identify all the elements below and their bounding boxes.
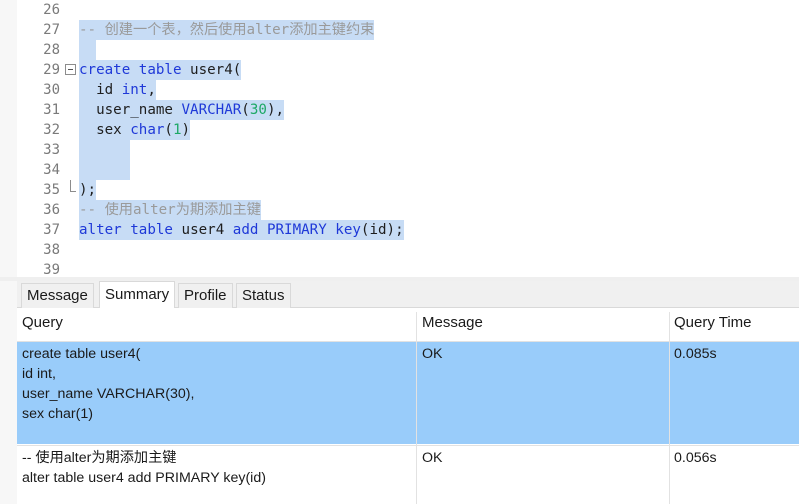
code-token: VARCHAR: [181, 102, 242, 118]
line-number: 32: [43, 122, 60, 138]
code-line[interactable]: 35);: [0, 180, 799, 200]
cell-query[interactable]: create table user4( id int, user_name VA…: [22, 344, 194, 424]
line-number: 36: [43, 202, 60, 218]
code-token: );: [79, 182, 97, 198]
panel-left-strip: [0, 277, 17, 504]
code-line[interactable]: 32 sex char(1): [0, 120, 799, 140]
line-number: 35: [43, 182, 60, 198]
code-line[interactable]: 34: [0, 160, 799, 180]
tab-status[interactable]: Status: [236, 283, 291, 308]
code-token: alter: [79, 222, 122, 238]
cell-query[interactable]: -- 使用alter为期添加主键 alter table user4 add P…: [22, 448, 266, 488]
code-text[interactable]: sex char(1): [79, 120, 191, 140]
cell-query-time[interactable]: 0.085s: [674, 344, 717, 364]
line-number: 39: [43, 262, 60, 277]
code-token: user_name: [79, 102, 182, 118]
code-token: ,: [147, 82, 156, 98]
fold-end-marker-icon: [70, 180, 76, 192]
code-text[interactable]: [79, 140, 131, 160]
row-divider: [17, 445, 799, 446]
column-divider[interactable]: [416, 312, 417, 504]
column-header-query-time[interactable]: Query Time: [674, 314, 752, 331]
code-token: ): [181, 122, 191, 138]
code-token: (: [164, 122, 173, 138]
cell-query-time[interactable]: 0.056s: [674, 448, 717, 468]
code-line[interactable]: 28: [0, 40, 799, 60]
line-number: 30: [43, 82, 60, 98]
cell-message[interactable]: OK: [422, 448, 443, 468]
code-line[interactable]: 37 alter table user4 add PRIMARY key(id);: [0, 220, 799, 240]
code-token: table: [130, 222, 173, 238]
code-token: (: [241, 102, 250, 118]
code-line[interactable]: 27 -- 创建一个表，然后使用alter添加主键约束: [0, 20, 799, 40]
tab-message[interactable]: Message: [21, 283, 94, 308]
code-token: char: [130, 122, 165, 138]
code-text[interactable]: user_name VARCHAR(30),: [79, 100, 285, 120]
line-number: 29: [43, 62, 60, 78]
code-token: id: [79, 82, 122, 98]
column-divider[interactable]: [669, 312, 670, 504]
line-number: 27: [43, 22, 60, 38]
code-text[interactable]: -- 使用alter为期添加主键: [79, 200, 261, 220]
sql-editor[interactable]: 26 27 -- 创建一个表，然后使用alter添加主键约束 28 29 create …: [0, 0, 799, 277]
code-line[interactable]: 26: [0, 0, 799, 20]
line-number: 26: [43, 2, 60, 18]
tab-profile[interactable]: Profile: [178, 283, 233, 308]
result-tabs: Message Summary Profile Status: [17, 281, 799, 309]
code-token: create: [79, 62, 131, 78]
code-token: sex: [79, 122, 131, 138]
code-line[interactable]: 33: [0, 140, 799, 160]
line-number: 31: [43, 102, 60, 118]
code-text[interactable]: [79, 160, 131, 180]
summary-results-grid: Query Message Query Time create table us…: [17, 308, 799, 504]
code-token: add: [232, 222, 259, 238]
line-number: 38: [43, 242, 60, 258]
code-token: 1: [172, 122, 182, 138]
code-token: 30: [249, 102, 267, 118]
code-token: user4(: [181, 62, 242, 78]
code-text[interactable]: id int,: [79, 80, 156, 100]
cell-message[interactable]: OK: [422, 344, 443, 364]
code-text[interactable]: [79, 40, 97, 60]
code-token: table: [138, 62, 182, 78]
line-number: 34: [43, 162, 60, 178]
code-line[interactable]: 36 -- 使用alter为期添加主键: [0, 200, 799, 220]
column-header-query[interactable]: Query: [22, 314, 63, 331]
code-token: -- 使用alter为期添加主键: [79, 202, 261, 218]
code-line[interactable]: 39: [0, 260, 799, 277]
code-line[interactable]: 31 user_name VARCHAR(30),: [0, 100, 799, 120]
code-token: (id);: [360, 222, 404, 238]
column-header-message[interactable]: Message: [422, 314, 483, 331]
code-token: ),: [266, 102, 285, 118]
code-line[interactable]: 38: [0, 240, 799, 260]
code-text[interactable]: );: [79, 180, 97, 200]
code-text[interactable]: alter table user4 add PRIMARY key(id);: [79, 220, 404, 240]
code-text[interactable]: create table user4(: [79, 60, 242, 80]
code-line[interactable]: 30 id int,: [0, 80, 799, 100]
line-number: 37: [43, 222, 60, 238]
header-divider: [17, 341, 799, 342]
code-token: user4: [172, 222, 233, 238]
code-token: key: [335, 222, 361, 238]
line-number: 28: [43, 42, 60, 58]
code-token: int: [121, 82, 148, 98]
code-token: PRIMARY: [266, 222, 327, 238]
code-line[interactable]: 29 create table user4(: [0, 60, 799, 80]
line-number: 33: [43, 142, 60, 158]
code-text[interactable]: -- 创建一个表，然后使用alter添加主键约束: [79, 20, 375, 40]
code-token: -- 创建一个表，然后使用alter添加主键约束: [79, 22, 375, 38]
fold-collapse-icon[interactable]: [65, 64, 76, 75]
tab-summary[interactable]: Summary: [99, 281, 176, 309]
